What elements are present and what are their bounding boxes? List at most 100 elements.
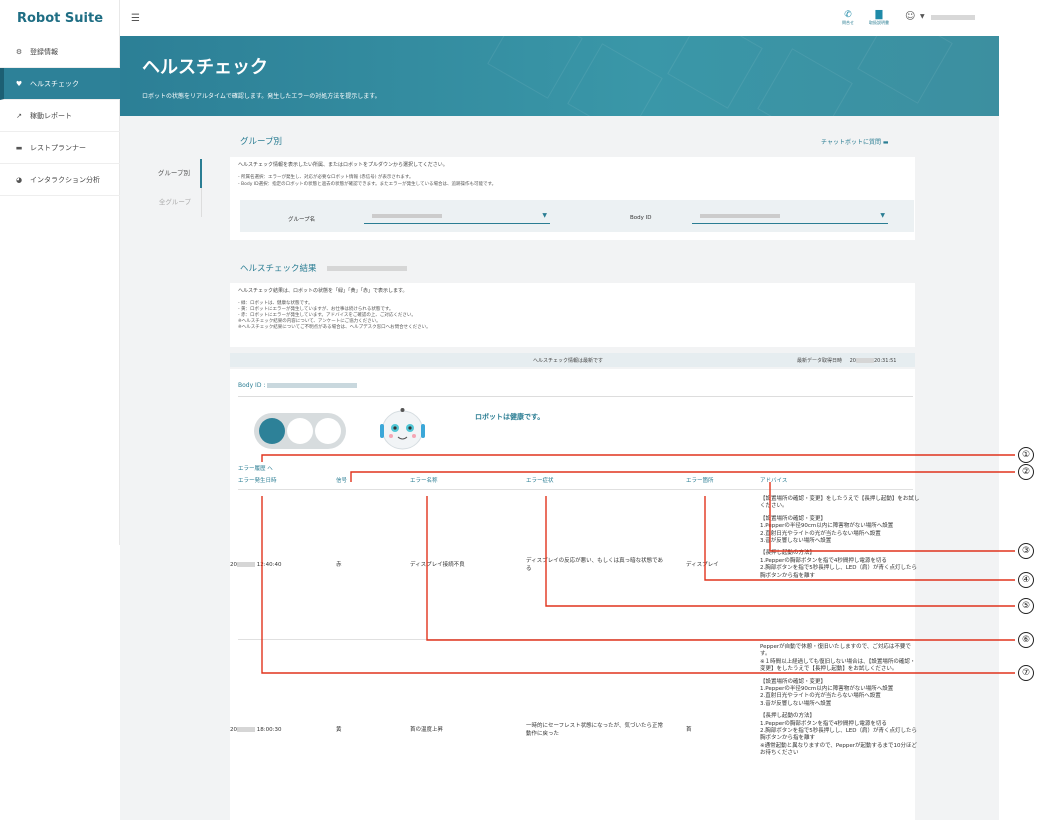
signal-red-light (315, 418, 341, 444)
advice-line: 【設置場所の確認・変更】をしたうえで【長押し起動】をお試しください。 (760, 496, 920, 510)
hex-decoration (857, 36, 953, 104)
phone-icon: ✆ (844, 10, 852, 20)
page-title: ヘルスチェック (142, 57, 268, 78)
sidebar-item-label: 登録情報 (30, 47, 58, 56)
tab-all-groups[interactable]: 全グループ (145, 188, 202, 217)
col-header-location: エラー箇所 (686, 478, 714, 484)
contact-label: 問合せ (842, 20, 854, 25)
advice-line: 3.音が反響しない場所へ設置 (760, 538, 832, 545)
group-tabs: グループ別 全グループ (145, 159, 202, 217)
row-location: 首 (686, 727, 692, 733)
advice-line: 2.胸部ボタンを指で5秒長押しし、LED（肩）が青く点灯したら胸ボタンから指を離… (760, 565, 918, 579)
contact-button[interactable]: ✆ 問合せ (842, 10, 854, 26)
callout-number-2: ② (1018, 464, 1034, 480)
group-name-value-blurred (372, 214, 442, 218)
row-signal: 黄 (336, 727, 342, 733)
row-date-prefix: 20 (230, 562, 237, 568)
chevron-down-icon: ▼ (880, 212, 885, 219)
last-fetch-label: 最新データ取得日時 (797, 358, 843, 364)
group-panel: ヘルスチェック情報を表示したい所属、またはロボットをプルダウンから選択してくださ… (230, 157, 915, 240)
date-blurred (237, 562, 255, 567)
advice-line: 1.Pepperの胸部ボタンを指で4秒間押し電源を切る (760, 720, 887, 727)
row-signal: 赤 (336, 562, 342, 568)
sidebar: Robot Suite ⚙ 登録情報 ♥ ヘルスチェック ↗ 稼動レポート ▬ … (0, 0, 120, 545)
row-symptom: 一時的にセーフレスト状態になったが、気づいたら正常動作に戻った (526, 723, 664, 737)
callout-number-5: ⑤ (1018, 598, 1034, 614)
results-title-text: ヘルスチェック結果 (240, 264, 317, 274)
advice-line: 2.胸部ボタンを指で5秒長押しし、LED（肩）が青く点灯したら胸ボタンから指を離… (760, 728, 918, 742)
health-signal-indicator (254, 413, 346, 449)
user-name-blurred[interactable] (931, 15, 975, 20)
col-header-symptom: エラー症状 (526, 478, 554, 484)
advice-line: ※通常起動と異なりますので、Pepperが起動するまで10分ほどお待ちください (760, 742, 918, 757)
advice-line: 【長押し起動の方法】 (760, 713, 816, 720)
row-time: 12:40:40 (256, 562, 282, 568)
callout-number-6: ⑥ (1018, 632, 1034, 648)
advice-line: 3.音が反響しない場所へ設置 (760, 700, 832, 707)
group-name-label: グループ名 (288, 217, 316, 223)
sidebar-item-label: 稼動レポート (30, 111, 72, 120)
row-time: 18:00:30 (256, 727, 282, 733)
body-id-heading-label: Body ID : (238, 382, 266, 389)
advice-line: 【長押し起動の方法】 (760, 550, 816, 557)
results-intro: ヘルスチェック結果は、ロボットの状態を「緑」「黄」「赤」で表示します。 (238, 288, 408, 294)
callout-number-1: ① (1018, 447, 1034, 463)
results-note-5: ※ヘルスチェック結果についてご不明点がある場合は、ヘルプデスク窓口へお問合せくだ… (238, 325, 431, 330)
tab-by-group[interactable]: グループ別 (145, 159, 202, 188)
advice-line: 2.直射日光やライトの光が当たらない場所へ設置 (760, 530, 881, 537)
row-date-prefix: 20 (230, 727, 237, 733)
book-icon: ▇ (875, 10, 883, 20)
col-header-advice: アドバイス (760, 478, 788, 484)
row-advice: Pepperが自動で休憩・復旧いたしますので、ご対応は不要です。 ※１時間以上経… (760, 644, 920, 758)
divider (238, 639, 913, 640)
group-section-title: グループ別 (240, 137, 282, 147)
manual-button[interactable]: ▇ 取扱説明書 (869, 10, 889, 26)
sidebar-item-label: インタラクション分析 (30, 175, 100, 184)
status-bar: ヘルスチェック情報は最新です 最新データ取得日時 20 20:31:51 (230, 353, 915, 367)
body-id-blurred (267, 383, 358, 388)
robot-status-message: ロボットは健康です。 (475, 413, 545, 421)
group-intro: ヘルスチェック情報を表示したい所属、またはロボットをプルダウンから選択してくださ… (238, 162, 448, 168)
group-name-select[interactable]: ▼ (364, 210, 550, 224)
error-history-link[interactable]: エラー履歴 へ (238, 464, 273, 472)
line-chart-icon: ↗ (16, 111, 22, 120)
col-header-date: エラー発生日時 (238, 478, 277, 484)
signal-yellow-light (287, 418, 313, 444)
col-header-error-name: エラー名称 (410, 478, 438, 484)
page-subtitle: ロボットの状態をリアルタイムで確認します。発生したエラーの対処方法を提示します。 (142, 93, 381, 100)
hero-banner: ヘルスチェック ロボットの状態をリアルタイムで確認します。発生したエラーの対処方… (120, 36, 999, 116)
sidebar-item-label: ヘルスチェック (30, 79, 79, 88)
body-id-label: Body ID (630, 215, 652, 221)
row-location: ディスプレイ (686, 562, 719, 568)
bed-icon: ▬ (15, 143, 23, 152)
chevron-down-icon[interactable]: ▼ (920, 13, 925, 20)
group-note-1: - 所属名選択：エラーが発生し、対応が必要なロボット情報 (赤信号) が表示され… (238, 175, 414, 180)
robot-face-icon (380, 408, 425, 450)
chatbot-link[interactable]: チャットボットに質問 ▬ (821, 137, 889, 146)
sidebar-item-healthcheck[interactable]: ♥ ヘルスチェック (0, 68, 120, 100)
hamburger-menu-icon[interactable]: ☰ (131, 13, 140, 24)
row-error-name: ディスプレイ接続不良 (410, 562, 465, 568)
results-section-title: ヘルスチェック結果 (240, 262, 408, 274)
results-info-panel: ヘルスチェック結果は、ロボットの状態を「緑」「黄」「赤」で表示します。 - 緑：… (230, 283, 915, 347)
body-id-value-blurred (700, 214, 780, 218)
callout-number-7: ⑦ (1018, 665, 1034, 681)
callout-number-3: ③ (1018, 543, 1034, 559)
divider (238, 489, 913, 490)
status-latest: ヘルスチェック情報は最新です (533, 358, 604, 364)
sidebar-item-report[interactable]: ↗ 稼動レポート (0, 100, 120, 132)
status-last-fetch: 最新データ取得日時 20 20:31:51 (797, 357, 896, 364)
user-avatar-icon[interactable]: ☺ (905, 11, 915, 22)
sidebar-item-registration[interactable]: ⚙ 登録情報 (0, 36, 120, 68)
sidebar-item-interaction[interactable]: ◕ インタラクション分析 (0, 164, 120, 196)
app-logo[interactable]: Robot Suite (0, 0, 120, 36)
sidebar-item-rest-planner[interactable]: ▬ レストプランナー (0, 132, 120, 164)
sidebar-item-label: レストプランナー (30, 143, 86, 152)
advice-line: 1.Pepperの半径90cm以内に障害物がない場所へ設置 (760, 523, 894, 530)
row-date: 20 12:40:40 (230, 562, 281, 570)
heartbeat-icon: ♥ (15, 79, 23, 88)
body-id-select[interactable]: ▼ (692, 210, 888, 224)
date-blurred (237, 727, 255, 732)
hex-decoration (487, 36, 583, 99)
pie-chart-icon: ◕ (15, 175, 23, 184)
